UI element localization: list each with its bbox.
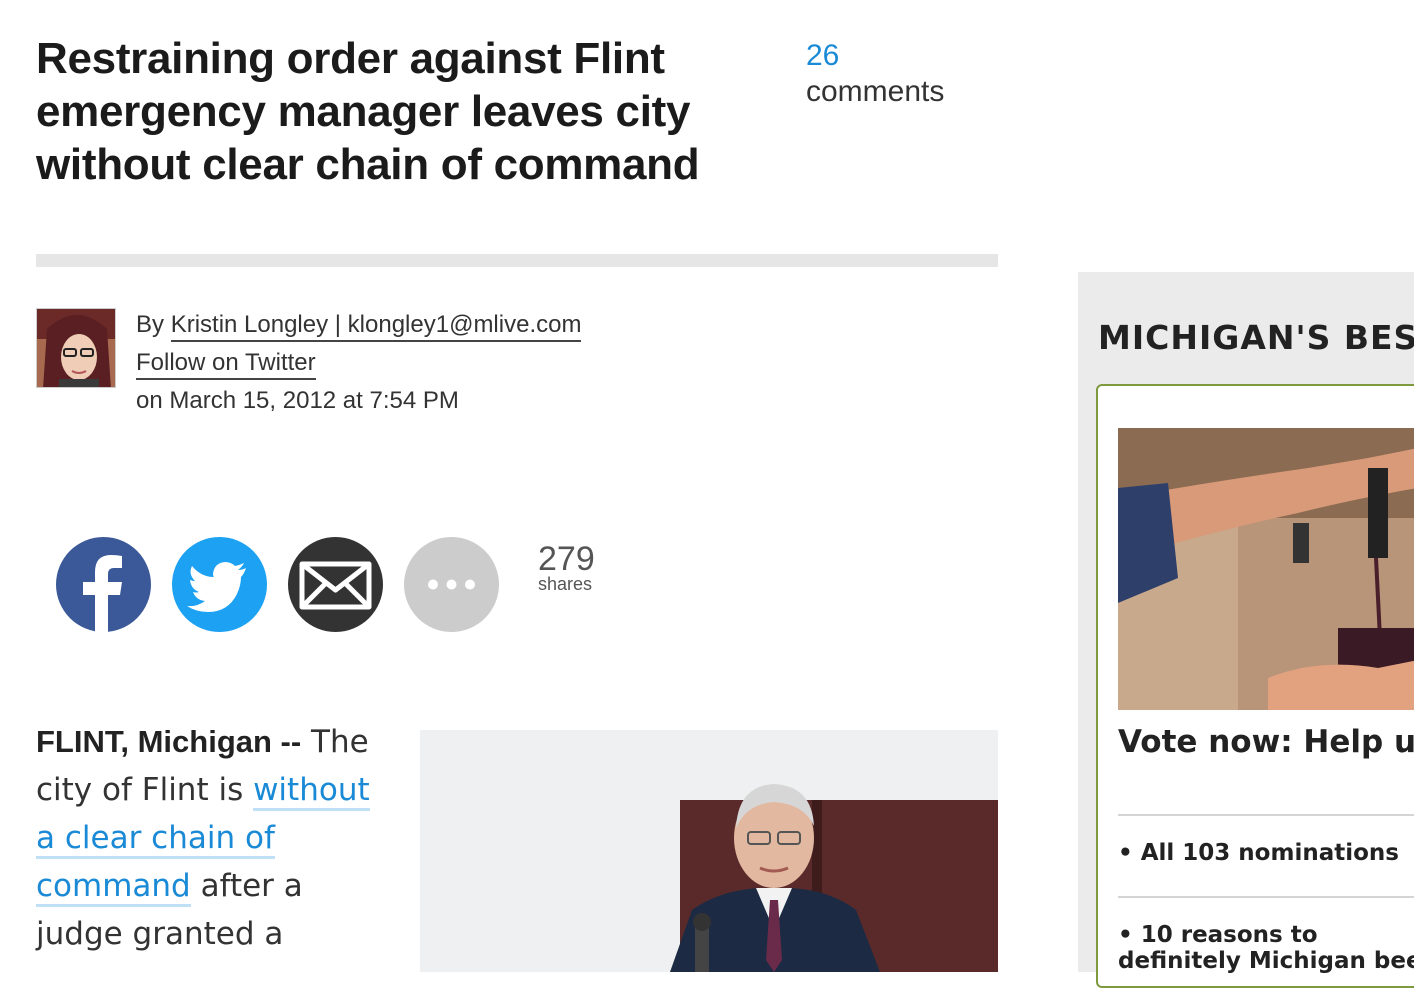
promo-card[interactable]: Vote now: Help us pick Michigan's Best N… xyxy=(1096,384,1414,988)
promo-headline[interactable]: Vote now: Help us pick Michigan's Best N… xyxy=(1118,724,1414,760)
card-divider xyxy=(1118,814,1414,816)
share-count-label: shares xyxy=(538,574,593,594)
author-avatar xyxy=(36,308,116,388)
sidebar: MICHIGAN'S BEST Vote now: Help us pick M… xyxy=(1078,272,1414,988)
more-share-button[interactable] xyxy=(404,537,499,632)
sidebar-title: MICHIGAN'S BEST xyxy=(1098,318,1414,357)
article-headline: Restraining order against Flint emergenc… xyxy=(36,34,700,189)
author-link[interactable]: Kristin Longley | klongley1@mlive.com xyxy=(170,311,582,342)
byline: By Kristin Longley | klongley1@mlive.com… xyxy=(136,306,582,420)
dateline: FLINT, Michigan -- xyxy=(36,724,302,759)
headline-divider xyxy=(36,254,998,267)
article-body: FLINT, Michigan -- The city of Flint is … xyxy=(36,718,376,958)
twitter-share-button[interactable] xyxy=(172,537,267,632)
comments-label[interactable]: comments xyxy=(806,74,944,110)
share-count: 279 shares xyxy=(538,540,595,593)
comments-link[interactable]: 26 comments xyxy=(806,38,944,110)
follow-twitter-link[interactable]: Follow on Twitter xyxy=(136,349,316,380)
article-photo xyxy=(420,730,998,972)
promo-link-nominations[interactable]: • All 103 nominations xyxy=(1118,840,1399,866)
publish-date: on March 15, 2012 at 7:54 PM xyxy=(136,387,459,414)
byline-prefix: By xyxy=(136,311,171,338)
email-icon xyxy=(288,537,383,632)
facebook-icon xyxy=(56,537,151,632)
email-share-button[interactable] xyxy=(288,537,383,632)
facebook-share-button[interactable] xyxy=(56,537,151,632)
share-count-number: 279 xyxy=(538,540,595,578)
promo-link-beer[interactable]: • 10 reasons to definitely Michigan beer xyxy=(1118,922,1414,974)
twitter-icon xyxy=(172,537,267,632)
beer-tap-photo[interactable] xyxy=(1118,428,1414,710)
card-divider xyxy=(1118,896,1414,898)
more-icon xyxy=(404,537,499,632)
comments-count[interactable]: 26 xyxy=(806,38,944,74)
